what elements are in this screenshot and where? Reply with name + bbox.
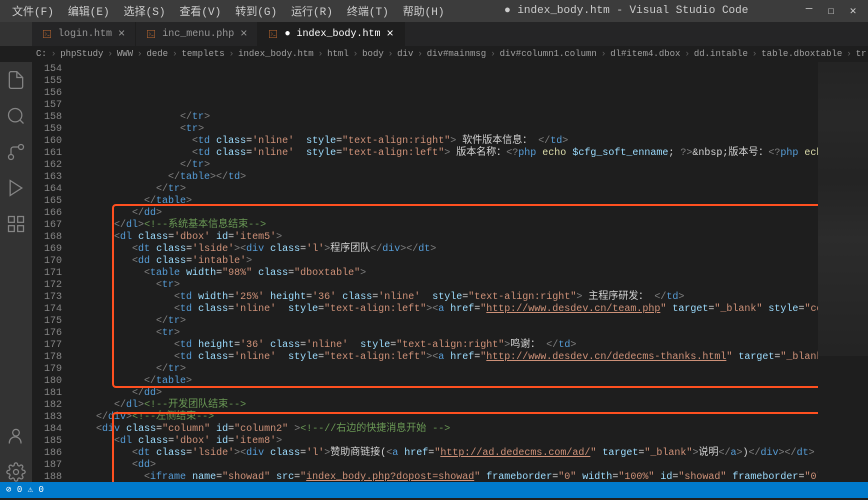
minimize-button[interactable]: ─ — [802, 4, 816, 18]
editor-area: 1541551561571581591601611621631641651661… — [32, 62, 868, 482]
editor-tabs: login.htm×inc_menu.php×● index_body.htm× — [0, 22, 868, 46]
breadcrumb-item[interactable]: div — [397, 49, 413, 59]
maximize-button[interactable]: ☐ — [824, 4, 838, 18]
code-line[interactable]: </table> — [72, 376, 818, 388]
code-line[interactable]: </tr> — [72, 364, 818, 376]
breadcrumb-item[interactable]: index_body.htm — [238, 49, 314, 59]
settings-icon[interactable] — [6, 462, 26, 482]
code-line[interactable]: <td height='36' class='nline' style="tex… — [72, 340, 818, 352]
menu-item[interactable]: 运行(R) — [285, 1, 339, 21]
account-icon[interactable] — [6, 426, 26, 446]
activity-bar — [0, 62, 32, 482]
menu-item[interactable]: 帮助(H) — [397, 1, 451, 21]
code-line[interactable]: <dt class='lside'><div class='l'>赞助商链接(<… — [72, 448, 818, 460]
breadcrumb-item[interactable]: table.dboxtable — [761, 49, 842, 59]
breadcrumb-item[interactable]: body — [362, 49, 384, 59]
breadcrumb-item[interactable]: html — [327, 49, 349, 59]
window-title: ● index_body.htm - Visual Studio Code — [451, 5, 803, 17]
code-line[interactable]: <td width='25%' height='36' class='nline… — [72, 292, 818, 304]
code-line[interactable]: </table> — [72, 196, 818, 208]
code-line[interactable]: <td class='nline' style="text-align:left… — [72, 148, 818, 160]
close-button[interactable]: ✕ — [846, 4, 860, 18]
menu-bar: 文件(F)编辑(E)选择(S)查看(V)转到(G)运行(R)终端(T)帮助(H) — [0, 1, 451, 21]
code-line[interactable]: </dd> — [72, 388, 818, 400]
menu-item[interactable]: 转到(G) — [229, 1, 283, 21]
code-line[interactable]: <td class='nline' style="text-align:left… — [72, 304, 818, 316]
source-control-icon[interactable] — [6, 142, 26, 162]
status-bar: ⊘ 0 ⚠ 0 — [0, 482, 868, 498]
code-line[interactable]: <dl class='dbox' id='item8'> — [72, 436, 818, 448]
code-line[interactable]: </tr> — [72, 160, 818, 172]
code-line[interactable]: <dt class='lside'><div class='l'>程序团队</d… — [72, 244, 818, 256]
code-line[interactable]: <dd> — [72, 460, 818, 472]
code-line[interactable]: </dl><!--系统基本信息结束--> — [72, 220, 818, 232]
breadcrumb-item[interactable]: phpStudy — [60, 49, 103, 59]
code-line[interactable]: <tr> — [72, 280, 818, 292]
breadcrumb-item[interactable]: dl#item4.dbox — [610, 49, 680, 59]
code-line[interactable]: <tr> — [72, 328, 818, 340]
menu-item[interactable]: 选择(S) — [118, 1, 172, 21]
editor-tab[interactable]: ● index_body.htm× — [258, 22, 404, 46]
code-line[interactable]: </tr> — [72, 112, 818, 124]
menu-item[interactable]: 编辑(E) — [62, 1, 116, 21]
editor-tab[interactable]: inc_menu.php× — [136, 22, 258, 46]
code-line[interactable]: </table></td> — [72, 172, 818, 184]
code-line[interactable]: </tr> — [72, 184, 818, 196]
files-icon[interactable] — [6, 70, 26, 90]
breadcrumb-item[interactable]: WWW — [117, 49, 133, 59]
code-line[interactable]: <div class="column" id="column2" ><!--//… — [72, 424, 818, 436]
breadcrumb-item[interactable]: templets — [181, 49, 224, 59]
code-line[interactable]: </tr> — [72, 316, 818, 328]
breadcrumb-item[interactable]: div#mainmsg — [427, 49, 486, 59]
breadcrumb-item[interactable]: dede — [146, 49, 168, 59]
search-icon[interactable] — [6, 106, 26, 126]
code-line[interactable]: <dl class='dbox' id='item5'> — [72, 232, 818, 244]
breadcrumb-item[interactable]: C: — [36, 49, 47, 59]
code-line[interactable]: </dl><!--开发团队结束--> — [72, 400, 818, 412]
breadcrumb-item[interactable]: dd.intable — [694, 49, 748, 59]
breadcrumb-item[interactable]: div#column1.column — [500, 49, 597, 59]
line-gutter: 1541551561571581591601611621631641651661… — [32, 62, 72, 482]
debug-icon[interactable] — [6, 178, 26, 198]
code-line[interactable]: <dd class='intable'> — [72, 256, 818, 268]
extensions-icon[interactable] — [6, 214, 26, 234]
editor-tab[interactable]: login.htm× — [32, 22, 136, 46]
code-content[interactable]: </tr> <tr> <td class='nline' style="text… — [72, 62, 818, 482]
code-line[interactable]: <iframe name="showad" src="index_body.ph… — [72, 472, 818, 482]
minimap[interactable] — [818, 62, 868, 482]
menu-item[interactable]: 终端(T) — [341, 1, 395, 21]
breadcrumb-item[interactable]: tr — [856, 49, 867, 59]
status-problems[interactable]: ⊘ 0 ⚠ 0 — [6, 485, 44, 495]
code-line[interactable]: </dd> — [72, 208, 818, 220]
code-line[interactable]: <td class='nline' style="text-align:left… — [72, 352, 818, 364]
window-controls: ─ ☐ ✕ — [802, 4, 868, 18]
breadcrumb[interactable]: C:›phpStudy›WWW›dede›templets›index_body… — [0, 46, 868, 62]
menu-item[interactable]: 查看(V) — [173, 1, 227, 21]
menu-item[interactable]: 文件(F) — [6, 1, 60, 21]
code-line[interactable]: <table width="98%" class="dboxtable"> — [72, 268, 818, 280]
titlebar: 文件(F)编辑(E)选择(S)查看(V)转到(G)运行(R)终端(T)帮助(H)… — [0, 0, 868, 22]
code-line[interactable]: <td class='nline' style="text-align:righ… — [72, 136, 818, 148]
code-line[interactable]: <tr> — [72, 124, 818, 136]
code-line[interactable]: </div><!--左侧结束--> — [72, 412, 818, 424]
